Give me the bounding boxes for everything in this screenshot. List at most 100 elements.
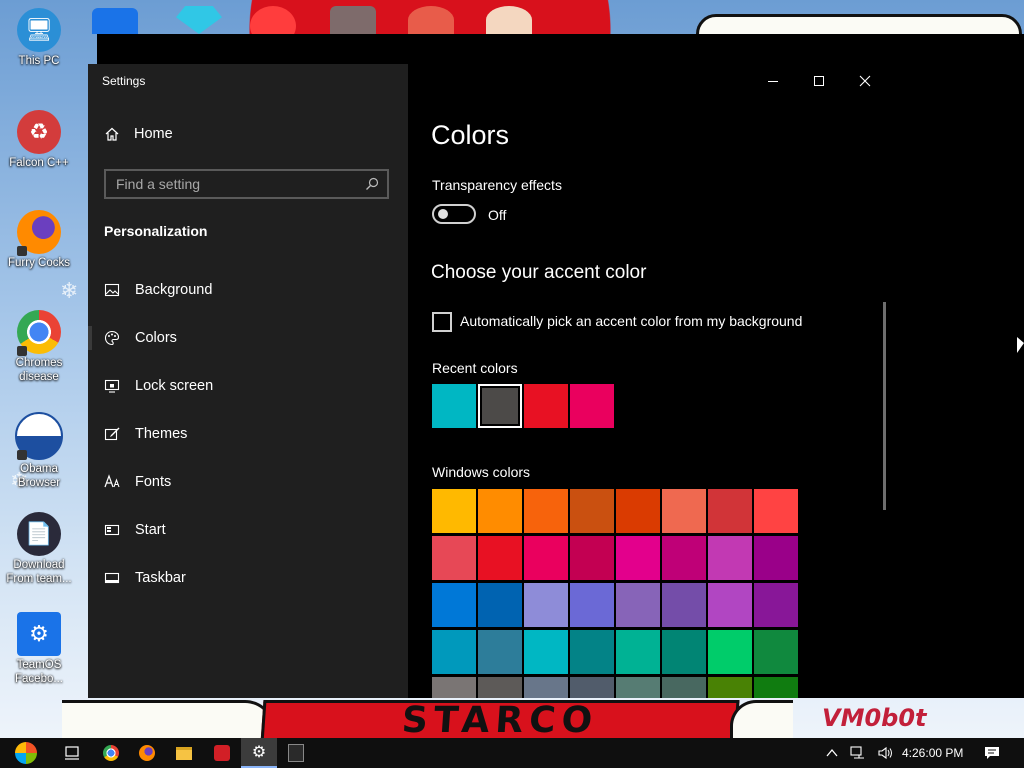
windows-color-swatch[interactable]	[662, 489, 706, 533]
sidebar-item-lock-screen[interactable]: Lock screen	[104, 378, 213, 394]
windows-color-swatch[interactable]	[570, 489, 614, 533]
notification-center-button[interactable]	[984, 738, 1000, 768]
windows-color-swatch[interactable]	[524, 630, 568, 674]
minimize-button[interactable]	[750, 64, 796, 98]
content-scrollbar[interactable]	[883, 302, 886, 510]
auto-pick-checkbox[interactable]	[432, 312, 452, 332]
windows-color-swatch[interactable]	[432, 489, 476, 533]
auto-pick-label[interactable]: Automatically pick an accent color from …	[460, 313, 802, 329]
windows-color-swatch[interactable]	[662, 583, 706, 627]
windows-color-swatch[interactable]	[432, 630, 476, 674]
windows-color-swatch[interactable]	[662, 630, 706, 674]
windows-color-swatch[interactable]	[708, 630, 752, 674]
epic-games-icon	[288, 744, 304, 762]
settings-taskbar-button[interactable]: ⚙	[241, 738, 277, 768]
clock[interactable]: 4:26:00 PM	[902, 738, 963, 768]
desktop-icon-label: Falcon C++	[9, 157, 69, 169]
windows-color-swatch[interactable]	[616, 583, 660, 627]
windows-color-swatch[interactable]	[478, 677, 522, 698]
windows-color-swatch[interactable]	[616, 677, 660, 698]
red-app-taskbar-button[interactable]	[204, 738, 240, 768]
windows-color-swatch[interactable]	[478, 536, 522, 580]
maximize-icon	[814, 76, 824, 86]
taskbar-icon	[104, 572, 120, 584]
search-icon[interactable]	[365, 177, 379, 191]
nav-home[interactable]: Home	[104, 126, 173, 142]
windows-color-swatch[interactable]	[616, 489, 660, 533]
recent-color-swatch[interactable]	[524, 384, 568, 428]
windows-color-swatch[interactable]	[524, 583, 568, 627]
sidebar-item-fonts[interactable]: Fonts	[104, 474, 171, 490]
chrome-taskbar-button[interactable]	[93, 738, 129, 768]
windows-color-swatch[interactable]	[570, 677, 614, 698]
windows-color-swatch[interactable]	[708, 677, 752, 698]
windows-color-swatch[interactable]	[708, 583, 752, 627]
gear-icon: ⚙	[251, 744, 267, 761]
file-explorer-taskbar-button[interactable]	[166, 738, 202, 768]
desktop-icon-falcon[interactable]: ♻ Falcon C++	[2, 110, 76, 170]
windows-color-swatch[interactable]	[524, 677, 568, 698]
search-input[interactable]	[106, 175, 365, 193]
windows-color-swatch[interactable]	[524, 536, 568, 580]
desktop-icon-this-pc[interactable]: 🖥 This PC	[2, 8, 76, 68]
settings-sidebar: Settings Home Personalization Background	[88, 64, 408, 698]
windows-color-swatch[interactable]	[570, 583, 614, 627]
maximize-button[interactable]	[796, 64, 842, 98]
sidebar-item-taskbar[interactable]: Taskbar	[104, 570, 186, 586]
windows-color-swatch[interactable]	[570, 536, 614, 580]
search-box[interactable]	[104, 169, 389, 199]
windows-color-swatch[interactable]	[662, 536, 706, 580]
start-button[interactable]	[8, 738, 44, 768]
windows-color-swatch[interactable]	[708, 536, 752, 580]
close-button[interactable]	[842, 64, 888, 98]
windows-color-swatch[interactable]	[754, 677, 798, 698]
desktop-icon-chrome[interactable]: Chromes disease	[2, 310, 76, 384]
windows-color-swatch[interactable]	[754, 583, 798, 627]
angry-bird-icon[interactable]	[330, 6, 376, 34]
network-icon[interactable]	[850, 746, 866, 760]
desktop-icon-teamos[interactable]: ⚙ TeamOS Facebo...	[2, 612, 76, 686]
windows-color-swatch[interactable]	[432, 677, 476, 698]
windows-color-swatch[interactable]	[616, 630, 660, 674]
gear-icon[interactable]	[92, 8, 138, 34]
transparency-toggle[interactable]	[432, 204, 476, 224]
desktop-icon-obama-browser[interactable]: Obama Browser	[2, 412, 76, 490]
sidebar-item-themes[interactable]: Themes	[104, 426, 187, 442]
windows-color-swatch[interactable]	[478, 489, 522, 533]
windows-color-swatch[interactable]	[478, 583, 522, 627]
chevron-up-icon[interactable]	[826, 748, 838, 758]
folder-icon	[176, 746, 192, 760]
desktop-icon-download[interactable]: 📄 Download From team...	[2, 512, 76, 586]
windows-color-swatch[interactable]	[432, 583, 476, 627]
windows-color-swatch[interactable]	[754, 489, 798, 533]
task-view-button[interactable]	[54, 738, 90, 768]
sidebar-item-start[interactable]: Start	[104, 522, 166, 538]
desktop-icon-label: Obama Browser	[17, 463, 61, 489]
desktop-icon-firefox[interactable]: Furry Cocks	[2, 210, 76, 270]
sidebar-item-background[interactable]: Background	[104, 282, 212, 298]
recent-color-swatch[interactable]	[478, 384, 522, 428]
image-icon	[104, 283, 120, 297]
santa-icon[interactable]	[486, 6, 532, 34]
windows-color-swatch[interactable]	[616, 536, 660, 580]
santa-icon[interactable]	[408, 6, 454, 34]
brush-icon	[104, 427, 120, 441]
document-icon: 📄	[17, 512, 61, 556]
windows-color-swatch[interactable]	[524, 489, 568, 533]
firefox-taskbar-button[interactable]	[129, 738, 165, 768]
volume-icon[interactable]	[878, 746, 894, 760]
epic-games-taskbar-button[interactable]	[278, 738, 314, 768]
close-icon	[859, 75, 871, 87]
windows-color-swatch[interactable]	[478, 630, 522, 674]
recent-color-swatch[interactable]	[432, 384, 476, 428]
sidebar-item-colors[interactable]: Colors	[104, 330, 177, 346]
windows-color-swatch[interactable]	[432, 536, 476, 580]
windows-color-swatch[interactable]	[708, 489, 752, 533]
windows-color-swatch[interactable]	[754, 630, 798, 674]
recent-color-swatch[interactable]	[570, 384, 614, 428]
section-title: Personalization	[104, 223, 208, 239]
desktop-icon-label: Download From team...	[6, 559, 72, 585]
windows-color-swatch[interactable]	[754, 536, 798, 580]
windows-color-swatch[interactable]	[662, 677, 706, 698]
windows-color-swatch[interactable]	[570, 630, 614, 674]
